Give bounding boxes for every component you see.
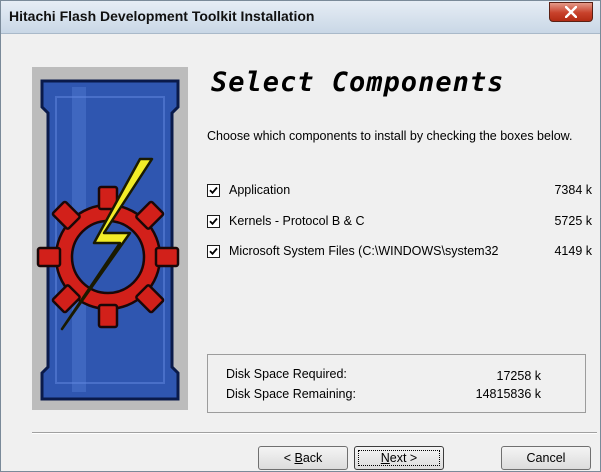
back-button[interactable]: < Back: [258, 446, 348, 470]
cancel-button-label: Cancel: [526, 451, 566, 465]
disk-space-panel: Disk Space Required: 17258 k Disk Space …: [207, 354, 586, 413]
window-title: Hitachi Flash Development Toolkit Instal…: [9, 8, 315, 24]
component-name: Application: [229, 183, 291, 197]
separator: [32, 432, 597, 434]
component-name: Microsoft System Files (C:\WINDOWS\syste…: [229, 244, 499, 258]
cancel-button[interactable]: Cancel: [501, 446, 591, 470]
system-files-checkbox[interactable]: [207, 245, 220, 258]
component-name: Kernels - Protocol B & C: [229, 214, 365, 228]
checkmark-icon: [209, 186, 218, 195]
instructions-text: Choose which components to install by ch…: [207, 129, 573, 143]
close-button[interactable]: [549, 2, 593, 22]
gear-lightning-logo: [36, 79, 180, 401]
disk-required-value: 17258 k: [496, 369, 541, 383]
next-button-label: Next >: [380, 451, 418, 465]
back-button-label: < Back: [283, 451, 323, 465]
component-size: 4149 k: [554, 244, 592, 258]
component-row-system-files[interactable]: Microsoft System Files (C:\WINDOWS\syste…: [207, 244, 592, 262]
title-bar[interactable]: Hitachi Flash Development Toolkit Instal…: [1, 1, 600, 34]
page-heading: Select Components: [211, 67, 505, 98]
kernels-checkbox[interactable]: [207, 215, 220, 228]
checkmark-icon: [209, 217, 218, 226]
component-size: 7384 k: [554, 183, 592, 197]
installer-window: Hitachi Flash Development Toolkit Instal…: [0, 0, 601, 472]
next-button[interactable]: Next >: [354, 446, 444, 470]
component-row-kernels[interactable]: Kernels - Protocol B & C 5725 k: [207, 214, 592, 232]
disk-remaining-label: Disk Space Remaining:: [226, 387, 356, 401]
close-icon: [565, 6, 577, 18]
checkmark-icon: [209, 247, 218, 256]
logo-panel: [32, 67, 188, 410]
disk-required-label: Disk Space Required:: [226, 367, 347, 381]
component-row-application[interactable]: Application 7384 k: [207, 183, 592, 201]
application-checkbox[interactable]: [207, 184, 220, 197]
component-size: 5725 k: [554, 214, 592, 228]
disk-remaining-value: 14815836 k: [475, 387, 541, 401]
